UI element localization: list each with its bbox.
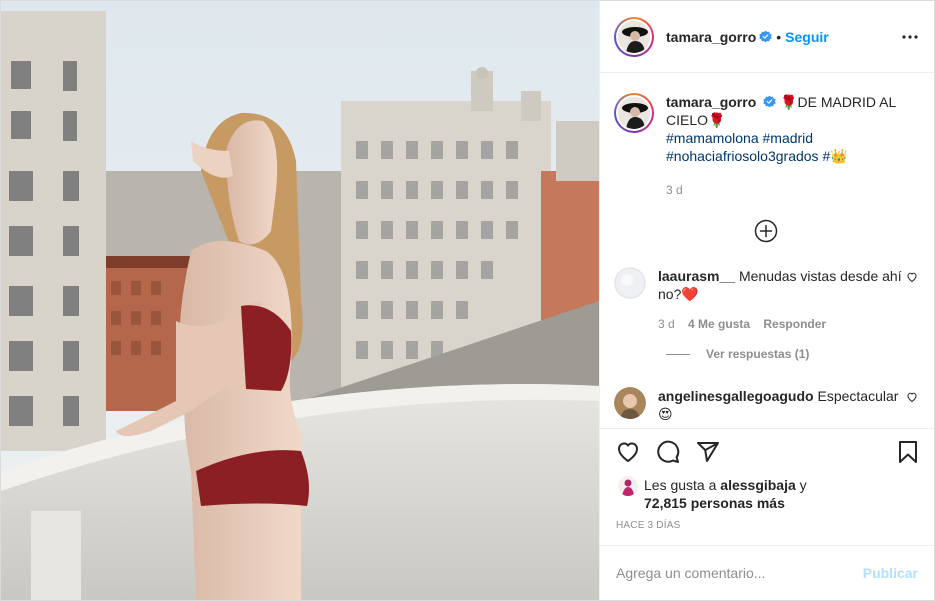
more-options-icon[interactable]	[898, 25, 922, 49]
save-button[interactable]	[894, 438, 922, 466]
comment-meta: 3 d 4 Me gusta Responder	[658, 315, 906, 333]
publish-button[interactable]: Publicar	[863, 565, 918, 581]
author-avatar[interactable]	[614, 16, 654, 57]
caption-author-avatar[interactable]	[614, 93, 654, 134]
likes-and: y	[799, 476, 807, 493]
commenter-username[interactable]: laaurasm__	[658, 268, 735, 284]
commenter-username[interactable]: angelinesgallegoagudo	[658, 388, 814, 404]
comment-button[interactable]	[654, 438, 682, 466]
view-replies[interactable]: Ver respuestas (1)	[666, 347, 918, 361]
comment-likes[interactable]: 4 Me gusta	[688, 317, 750, 331]
view-replies-label: Ver respuestas (1)	[706, 347, 810, 362]
verified-icon	[763, 95, 776, 108]
caption: tamara_gorro 🌹DE MADRID AL CIELO🌹 #mamam…	[614, 93, 918, 199]
reply-button[interactable]: Responder	[763, 317, 826, 331]
liker-username[interactable]: alessgibaja	[720, 477, 796, 493]
bookmark-icon	[899, 441, 917, 464]
author-username[interactable]: tamara_gorro	[666, 29, 756, 45]
comment-age[interactable]: 3 d	[658, 317, 675, 331]
comment-heart-icon[interactable]	[906, 391, 918, 403]
comment-icon	[657, 440, 680, 464]
verified-icon	[759, 30, 772, 43]
madrid-balcony-photo	[1, 1, 599, 600]
share-icon	[697, 442, 719, 463]
likes-others[interactable]: 72,815 personas más	[644, 495, 785, 511]
hashtag-link[interactable]: #nohaciafriosolo3grados	[666, 148, 819, 164]
comment-input[interactable]	[616, 564, 863, 581]
hashtag-link[interactable]: #mamamolona	[666, 130, 759, 146]
caption-age[interactable]: 3 d	[666, 181, 918, 199]
likes-prefix: Les gusta a	[644, 476, 717, 493]
hashtag-link[interactable]: #madrid	[763, 130, 814, 146]
load-more-icon	[754, 220, 778, 243]
comment-heart-icon[interactable]	[906, 271, 918, 283]
post-header: tamara_gorro • Seguir	[600, 1, 934, 74]
like-button[interactable]	[614, 438, 642, 466]
post-photo[interactable]	[1, 1, 599, 600]
action-bar	[600, 427, 934, 476]
comment-item: laaurasm__ Menudas vistas desde ahí no?❤…	[614, 267, 918, 333]
hashtag-link[interactable]: #👑	[822, 148, 847, 164]
comment-item: angelinesgallegoagudo Espectacular😍	[614, 387, 918, 423]
post-timestamp[interactable]: HACE 3 DÍAS	[600, 520, 934, 531]
header-separator: •	[776, 28, 782, 45]
caption-avatar-image	[618, 97, 650, 130]
instagram-post: tamara_gorro • Seguir tamara_gorro 🌹DE M…	[0, 0, 935, 601]
author-avatar-image	[618, 20, 650, 53]
add-comment-bar: Publicar	[600, 544, 934, 600]
liker-avatar[interactable]	[618, 475, 638, 496]
share-button[interactable]	[694, 438, 722, 466]
heart-icon	[618, 442, 638, 463]
caption-username[interactable]: tamara_gorro	[666, 94, 756, 110]
follow-button[interactable]: Seguir	[785, 29, 829, 45]
load-more-comments[interactable]	[614, 219, 918, 243]
likes-summary: Les gusta a alessgibaja y 72,815 persona…	[600, 475, 934, 512]
comments-section: tamara_gorro 🌹DE MADRID AL CIELO🌹 #mamam…	[600, 73, 934, 428]
post-side-panel: tamara_gorro • Seguir tamara_gorro 🌹DE M…	[599, 1, 934, 600]
commenter-avatar[interactable]	[614, 267, 646, 300]
commenter-avatar[interactable]	[614, 387, 646, 420]
